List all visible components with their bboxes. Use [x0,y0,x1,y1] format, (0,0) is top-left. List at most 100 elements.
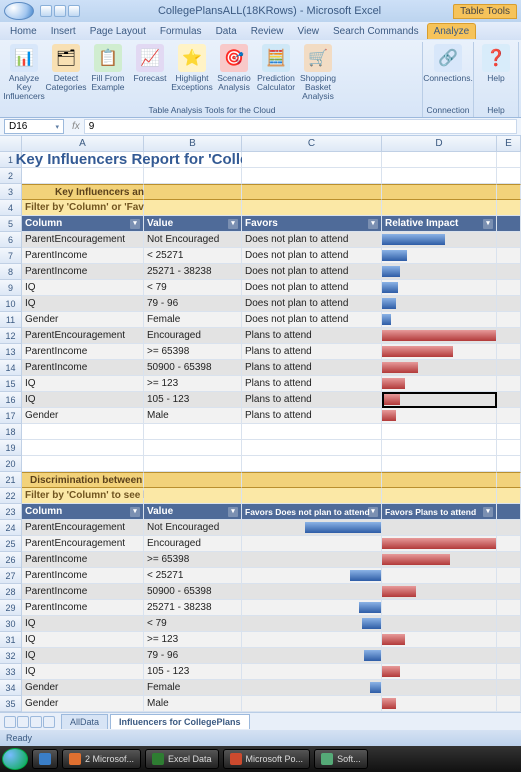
row-header[interactable]: 34 [0,680,22,696]
tab-view[interactable]: View [291,24,325,39]
tab-insert[interactable]: Insert [45,24,82,39]
formula-input[interactable]: 9 [84,119,517,134]
row-header[interactable]: 23 [0,504,22,520]
relative-impact-bar[interactable] [382,376,497,392]
cell[interactable]: IQ [22,632,144,648]
cell[interactable] [497,440,521,456]
cell[interactable]: Plans to attend [242,360,382,376]
cell[interactable] [242,488,382,504]
row-header[interactable]: 26 [0,552,22,568]
favors-yes-bar[interactable] [382,696,497,712]
favors-yes-bar[interactable] [382,680,497,696]
row-header[interactable]: 31 [0,632,22,648]
tab-review[interactable]: Review [245,24,290,39]
row-header[interactable]: 22 [0,488,22,504]
cell[interactable]: 79 - 96 [144,296,242,312]
row-header[interactable]: 8 [0,264,22,280]
cell[interactable]: Gender [22,312,144,328]
favors-no-bar[interactable] [242,680,382,696]
cell[interactable]: IQ [22,376,144,392]
quick-access-toolbar[interactable] [40,5,80,17]
cell[interactable]: 25271 - 38238 [144,600,242,616]
favors-no-bar[interactable] [242,648,382,664]
cell[interactable]: Gender [22,680,144,696]
cell[interactable]: ParentIncome [22,600,144,616]
cell[interactable]: 50900 - 65398 [144,584,242,600]
relative-impact-bar[interactable] [382,328,497,344]
cell[interactable]: Does not plan to attend [242,232,382,248]
col-header-a[interactable]: A [22,136,144,152]
cell[interactable] [242,440,382,456]
cell[interactable]: ParentEncouragement [22,232,144,248]
cell[interactable] [497,472,521,488]
relative-impact-bar[interactable] [382,232,497,248]
cell[interactable]: Male [144,696,242,712]
cell[interactable] [497,488,521,504]
cell[interactable] [382,200,497,216]
relative-impact-bar[interactable] [382,312,497,328]
cell[interactable]: Relative Impact [382,216,497,232]
row-header[interactable]: 10 [0,296,22,312]
cell[interactable]: Not Encouraged [144,520,242,536]
favors-yes-bar[interactable] [382,552,497,568]
row-header[interactable]: 27 [0,568,22,584]
cell[interactable]: IQ [22,616,144,632]
sheet-nav-buttons[interactable] [0,716,59,728]
row-header[interactable]: 30 [0,616,22,632]
row-header[interactable]: 35 [0,696,22,712]
favors-no-bar[interactable] [242,584,382,600]
row-header[interactable]: 18 [0,424,22,440]
row-header[interactable]: 33 [0,664,22,680]
cell[interactable]: Plans to attend [242,408,382,424]
cell[interactable]: Does not plan to attend [242,296,382,312]
favors-yes-bar[interactable] [382,648,497,664]
favors-yes-bar[interactable] [382,584,497,600]
row-header[interactable]: 3 [0,184,22,200]
cell[interactable]: >= 123 [144,632,242,648]
row-header[interactable]: 16 [0,392,22,408]
row-header[interactable]: 19 [0,440,22,456]
cell[interactable] [144,168,242,184]
task-item[interactable]: Soft... [314,749,368,769]
start-button[interactable] [2,748,28,770]
cell[interactable] [22,168,144,184]
cell[interactable]: 105 - 123 [144,392,242,408]
cell[interactable] [144,440,242,456]
cell[interactable]: ParentIncome [22,344,144,360]
row-header[interactable]: 24 [0,520,22,536]
favors-no-bar[interactable] [242,520,382,536]
cell[interactable] [242,472,382,488]
favors-yes-bar[interactable] [382,568,497,584]
cell[interactable]: ParentEncouragement [22,536,144,552]
cell[interactable]: ParentIncome [22,584,144,600]
cell[interactable]: IQ [22,280,144,296]
cell[interactable]: 25271 - 38238 [144,264,242,280]
row-header[interactable]: 32 [0,648,22,664]
favors-no-bar[interactable] [242,536,382,552]
row-header[interactable]: 29 [0,600,22,616]
cell[interactable] [144,424,242,440]
row-header[interactable]: 17 [0,408,22,424]
favors-yes-bar[interactable] [382,520,497,536]
cell[interactable]: Does not plan to attend [242,248,382,264]
relative-impact-bar[interactable] [382,392,497,408]
col-header-b[interactable]: B [144,136,242,152]
cell[interactable] [22,456,144,472]
cell[interactable]: < 25271 [144,568,242,584]
row-header[interactable]: 20 [0,456,22,472]
cell[interactable] [144,456,242,472]
cell[interactable]: Gender [22,696,144,712]
cell[interactable]: ParentEncouragement [22,520,144,536]
column-headers[interactable]: A B C D E [0,136,521,152]
row-header[interactable]: 4 [0,200,22,216]
favors-no-bar[interactable] [242,552,382,568]
analyze-key-influencers-button[interactable]: 📊Analyze Key Influencers [5,44,43,101]
cell[interactable]: Male [144,408,242,424]
cell[interactable] [242,424,382,440]
name-box[interactable]: D16 [4,119,64,134]
cell[interactable]: Column [22,504,144,520]
relative-impact-bar[interactable] [382,248,497,264]
cell[interactable]: Plans to attend [242,376,382,392]
cell[interactable]: Plans to attend [242,392,382,408]
row-header[interactable]: 14 [0,360,22,376]
